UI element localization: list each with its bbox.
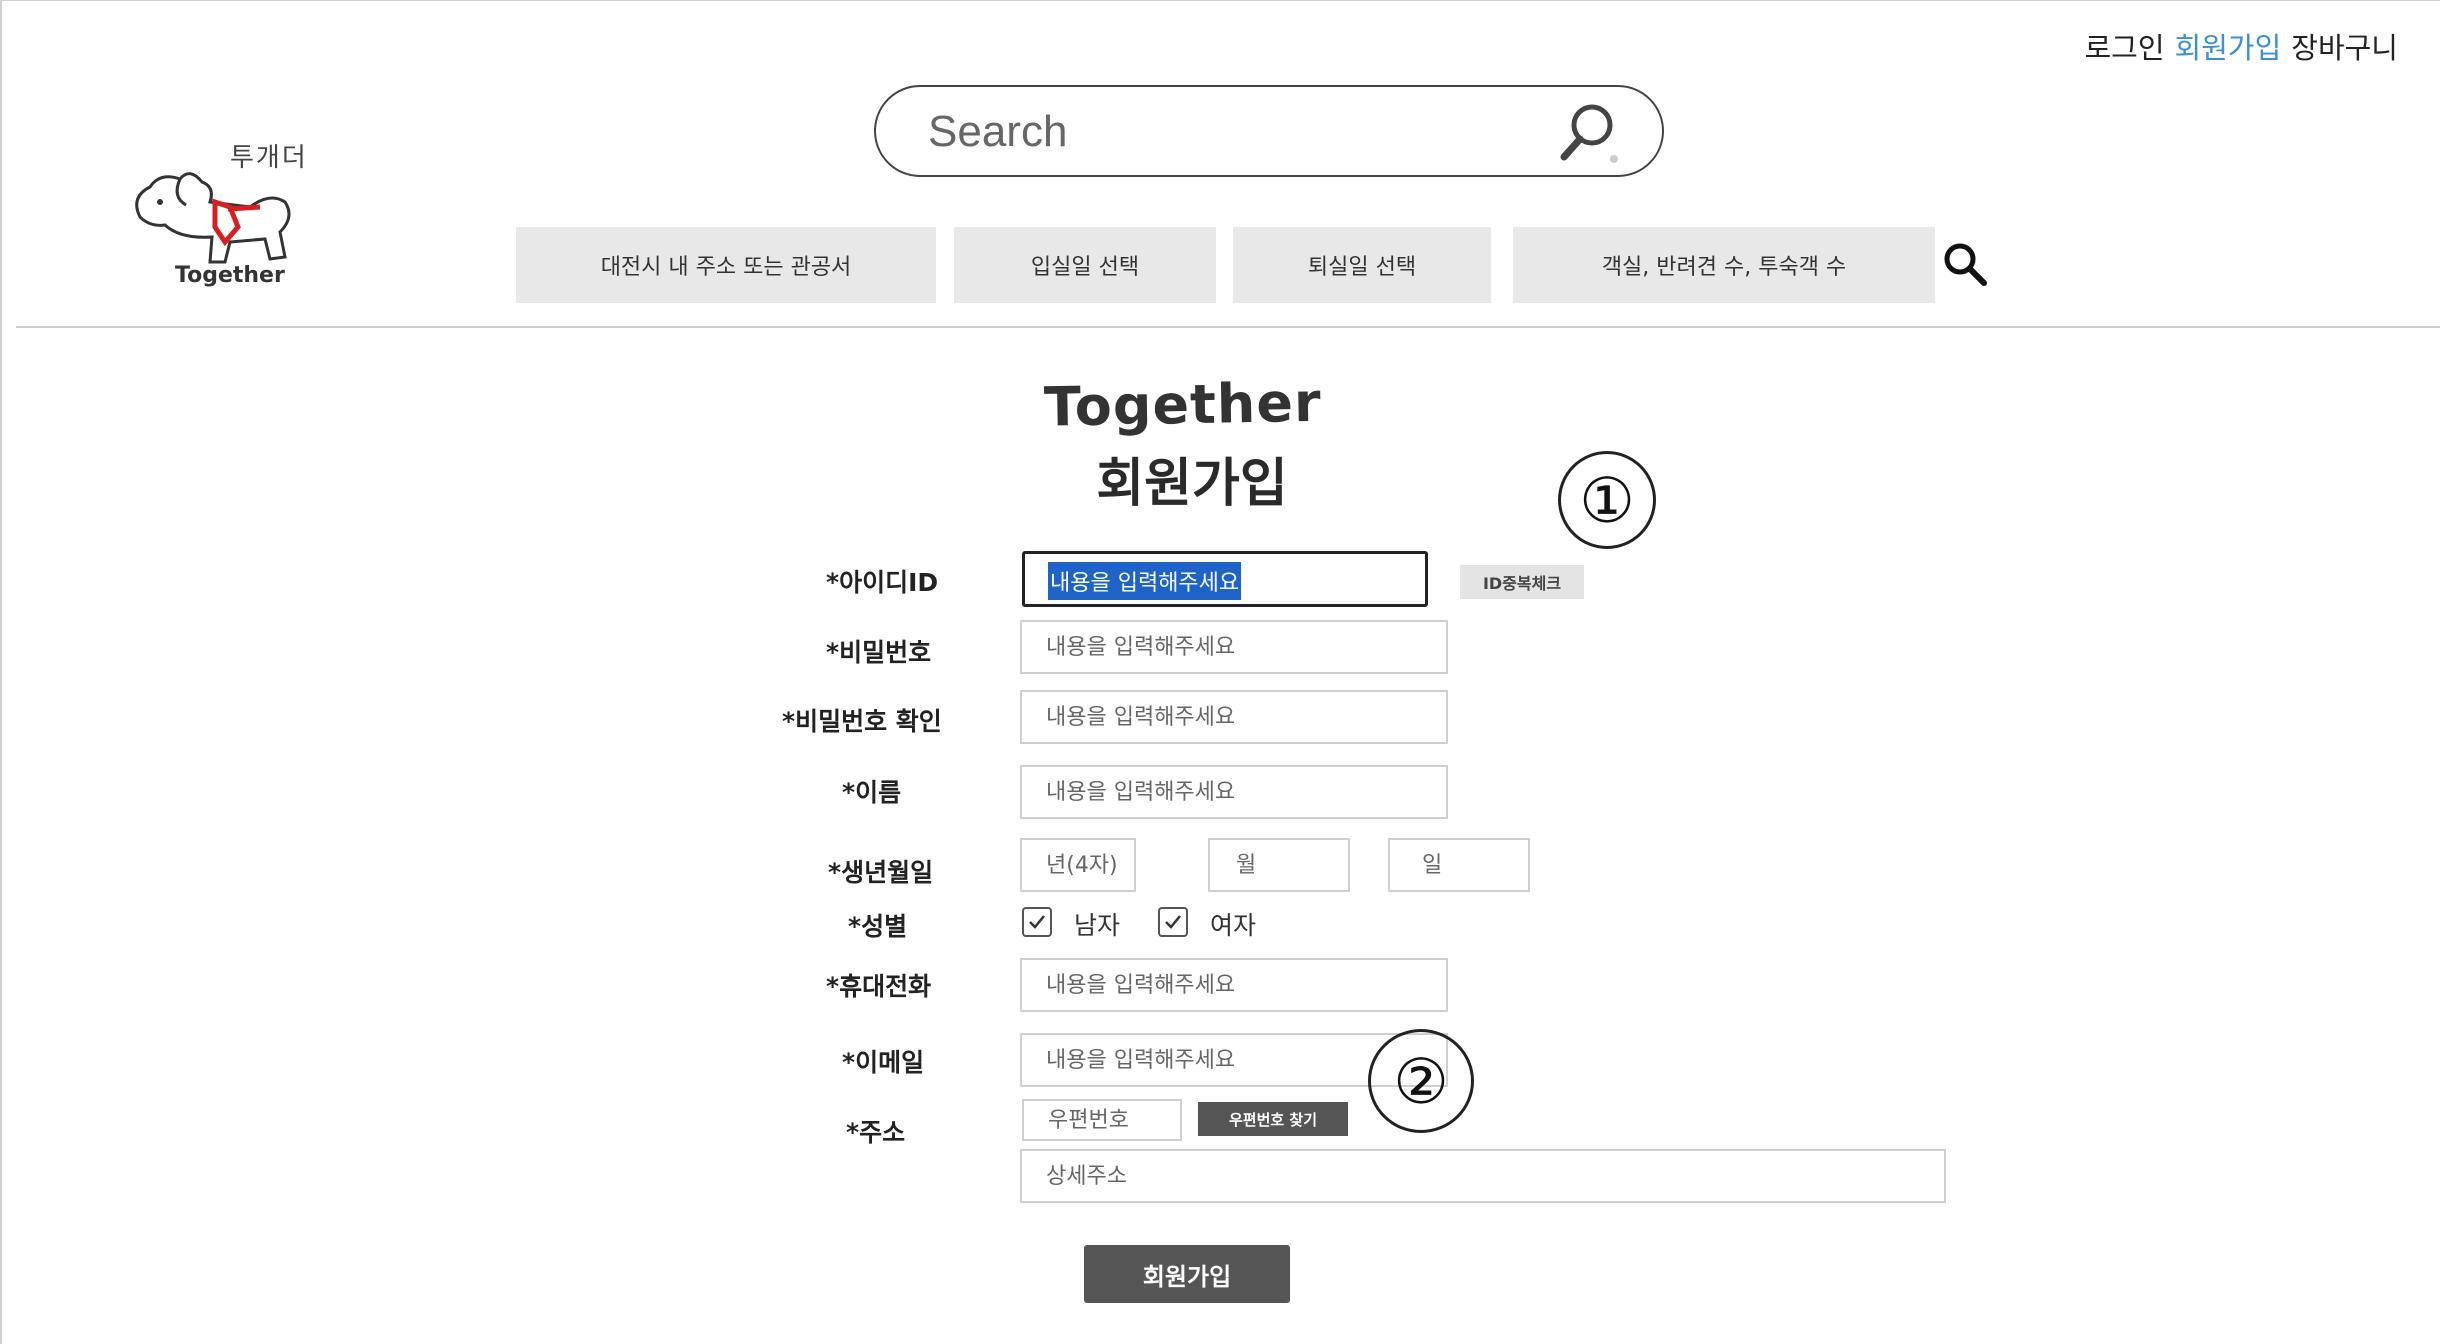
gender-label: *성별 xyxy=(848,912,908,941)
logo-text: Together xyxy=(175,263,285,288)
page-title: 회원가입 xyxy=(1096,454,1288,514)
search-icon[interactable] xyxy=(1550,99,1620,165)
name-label: *이름 xyxy=(842,778,902,807)
id-input-selection: 내용을 입력해주세요 xyxy=(1048,562,1242,600)
checkin-filter[interactable]: 입실일 선택 xyxy=(954,227,1216,303)
birth-year-input[interactable] xyxy=(1020,838,1136,892)
annotation-marker-1: ① xyxy=(1558,451,1656,549)
phone-input[interactable] xyxy=(1020,958,1448,1012)
female-checkbox[interactable] xyxy=(1158,907,1188,937)
site-logo[interactable]: 투개더 Together xyxy=(120,129,330,289)
annotation-marker-2: ② xyxy=(1368,1029,1474,1133)
male-checkbox[interactable] xyxy=(1022,907,1052,937)
header-divider xyxy=(16,326,2440,328)
id-duplicate-check-button[interactable]: ID중복체크 xyxy=(1460,565,1584,599)
phone-label: *휴대전화 xyxy=(826,972,932,1001)
address-label: *주소 xyxy=(846,1118,906,1147)
login-link[interactable]: 로그인 xyxy=(2084,31,2164,65)
search-bar[interactable] xyxy=(874,85,1664,177)
password-confirm-input[interactable] xyxy=(1020,690,1448,744)
password-input[interactable] xyxy=(1020,620,1448,674)
male-label: 남자 xyxy=(1074,911,1121,940)
postcode-input[interactable] xyxy=(1022,1099,1182,1141)
check-icon xyxy=(1165,915,1181,929)
female-label: 여자 xyxy=(1210,911,1257,940)
id-label: *아이디ID xyxy=(826,568,939,597)
form-brand-logo: Together xyxy=(1043,370,1323,439)
password-label: *비밀번호 xyxy=(826,638,932,667)
checkout-filter[interactable]: 퇴실일 선택 xyxy=(1233,227,1491,303)
cart-link[interactable]: 장바구니 xyxy=(2291,31,2398,65)
name-input[interactable] xyxy=(1020,765,1448,819)
guests-filter[interactable]: 객실, 반려견 수, 투숙객 수 xyxy=(1513,227,1935,303)
password-confirm-label: *비밀번호 확인 xyxy=(782,707,942,736)
filter-search-icon[interactable] xyxy=(1940,239,1992,291)
birth-month-input[interactable] xyxy=(1208,838,1350,892)
top-links: 로그인 회원가입 장바구니 xyxy=(2074,25,2398,67)
birthdate-label: *생년월일 xyxy=(828,858,934,887)
email-label: *이메일 xyxy=(842,1048,925,1077)
check-icon xyxy=(1029,915,1045,929)
signup-submit-button[interactable]: 회원가입 xyxy=(1084,1245,1290,1303)
address-detail-input[interactable] xyxy=(1020,1149,1946,1203)
find-postcode-button[interactable]: 우편번호 찾기 xyxy=(1198,1102,1348,1136)
search-input[interactable] xyxy=(926,101,1530,163)
location-filter[interactable]: 대전시 내 주소 또는 관공서 xyxy=(516,227,936,303)
signup-link[interactable]: 회원가입 xyxy=(2175,31,2282,65)
birth-day-input[interactable] xyxy=(1388,838,1530,892)
